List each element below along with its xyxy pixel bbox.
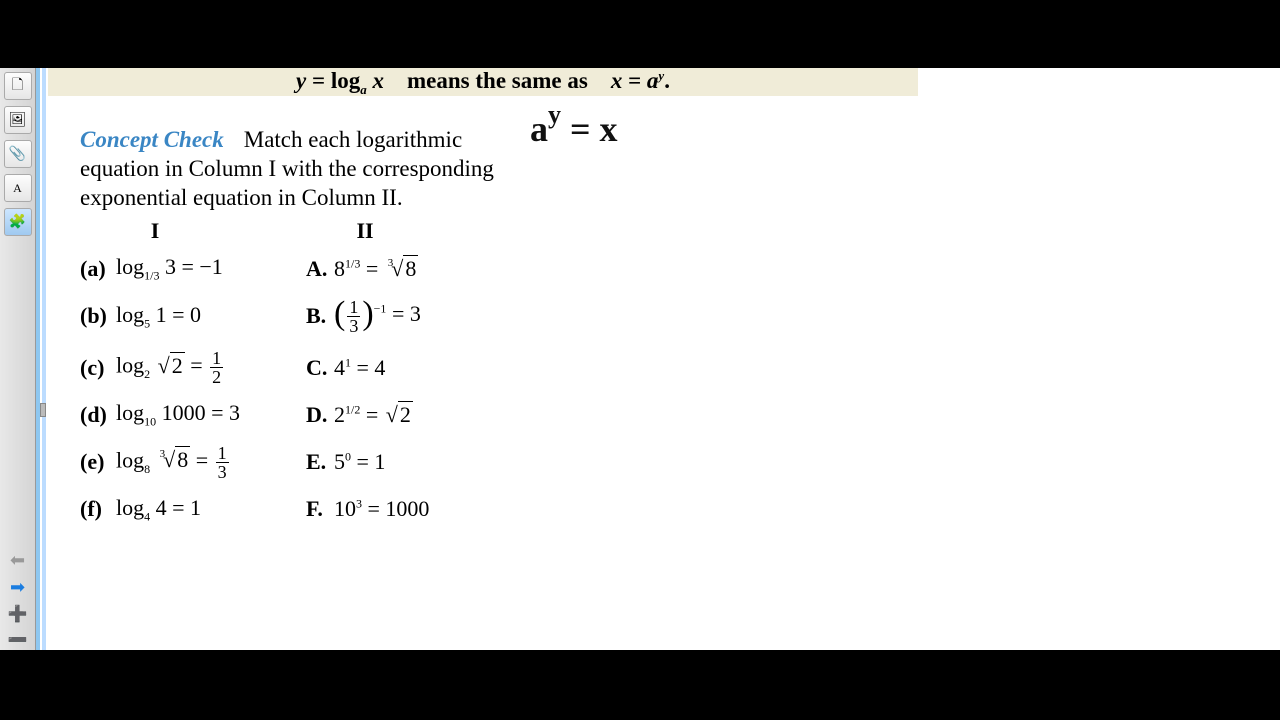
column-2-header: II: [270, 218, 460, 244]
row-label-right: A.: [306, 256, 334, 282]
rhs-base: a: [647, 68, 659, 94]
row-equation-left: log2 2 = 12: [116, 349, 306, 386]
row-label-left: (d): [80, 402, 116, 428]
arrow-left-icon: ⬅: [10, 550, 25, 570]
row-label-right: B.: [306, 303, 334, 329]
new-page-button[interactable]: 🗋: [4, 72, 32, 100]
anno-rhs: x: [600, 109, 618, 149]
match-row: (d)log10 1000 = 3D.21/2 = 2: [80, 400, 500, 429]
attach-tool-button[interactable]: 📎: [4, 140, 32, 168]
rows-container: (a)log1/3 3 = −1A.81/3 = 38 (b)log5 1 = 0…: [80, 254, 500, 524]
plus-icon: ➕: [8, 606, 28, 623]
add-page-button[interactable]: ➕: [8, 604, 28, 624]
row-label-right: F.: [306, 496, 334, 522]
page-icon: 🗋: [12, 74, 23, 98]
anno-exp: y: [548, 100, 561, 129]
log-func: log: [331, 68, 360, 94]
rhs-var: x: [611, 68, 623, 94]
row-equation-left: log10 1000 = 3: [116, 400, 306, 429]
definition-banner: y = log a x means the same as x = a y .: [48, 68, 918, 96]
concept-check-title: Concept Check: [80, 127, 224, 152]
row-equation-left: log1/3 3 = −1: [116, 254, 306, 283]
concept-check-block: Concept Check Match each logarithmic equ…: [80, 126, 510, 212]
matching-columns: I II (a)log1/3 3 = −1A.81/3 = 38 (b)log5 …: [80, 218, 500, 538]
anno-eq: =: [570, 109, 591, 149]
column-headers: I II: [80, 218, 500, 244]
remove-page-button[interactable]: ➖: [8, 630, 28, 650]
row-label-left: (a): [80, 256, 116, 282]
text-icon: A: [13, 181, 22, 196]
row-equation-right: 103 = 1000: [334, 496, 500, 522]
minus-icon: ➖: [8, 632, 28, 649]
row-equation-right: 81/3 = 38: [334, 256, 500, 282]
row-label-right: E.: [306, 449, 334, 475]
row-label-left: (e): [80, 449, 116, 475]
row-label-left: (b): [80, 303, 116, 329]
rhs-exp: y: [658, 68, 664, 84]
row-equation-left: log5 1 = 0: [116, 302, 306, 331]
paperclip-icon: 📎: [9, 146, 26, 163]
row-equation-right: 21/2 = 2: [334, 402, 500, 428]
log-base: a: [360, 82, 367, 98]
row-equation-left: log4 4 = 1: [116, 495, 306, 524]
match-row: (b)log5 1 = 0B.(13)−1 = 3: [80, 297, 500, 335]
match-row: (a)log1/3 3 = −1A.81/3 = 38: [80, 254, 500, 283]
prev-page-button[interactable]: ⬅: [10, 550, 25, 571]
image-tool-button[interactable]: 🖼: [4, 106, 32, 134]
match-row: (e)log8 38 = 13E.50 = 1: [80, 444, 500, 481]
image-icon: 🖼: [9, 112, 27, 129]
mini-scrollbar[interactable]: [40, 403, 46, 417]
lhs-var: y: [296, 68, 306, 94]
app-frame: 🗋 🖼 📎 A 🧩 ↔ ⬅ ➡ ➕ ➖ y = log a x means th…: [0, 68, 1280, 650]
log-arg: x: [373, 68, 385, 94]
row-label-right: C.: [306, 355, 334, 381]
row-equation-right: 41 = 4: [334, 355, 500, 381]
next-page-button[interactable]: ➡: [10, 577, 25, 598]
toolbar: 🗋 🖼 📎 A 🧩 ↔ ⬅ ➡ ➕ ➖: [0, 68, 36, 650]
arrow-right-icon: ➡: [10, 577, 25, 597]
text-tool-button[interactable]: A: [4, 174, 32, 202]
period: .: [664, 68, 670, 94]
row-equation-left: log8 38 = 13: [116, 444, 306, 481]
plugin-tool-button[interactable]: 🧩: [4, 208, 32, 236]
row-equation-right: 50 = 1: [334, 449, 500, 475]
document-canvas[interactable]: y = log a x means the same as x = a y . …: [36, 68, 1280, 650]
row-label-right: D.: [306, 402, 334, 428]
puzzle-icon: 🧩: [9, 214, 26, 231]
row-label-left: (f): [80, 496, 116, 522]
anno-base: a: [530, 109, 548, 149]
row-equation-right: (13)−1 = 3: [334, 297, 500, 335]
column-1-header: I: [80, 218, 230, 244]
match-row: (f)log4 4 = 1F.103 = 1000: [80, 495, 500, 524]
handwritten-annotation: ay = x: [530, 108, 618, 150]
means-text: means the same as: [407, 68, 588, 94]
match-row: (c)log2 2 = 12C.41 = 4: [80, 349, 500, 386]
row-label-left: (c): [80, 355, 116, 381]
